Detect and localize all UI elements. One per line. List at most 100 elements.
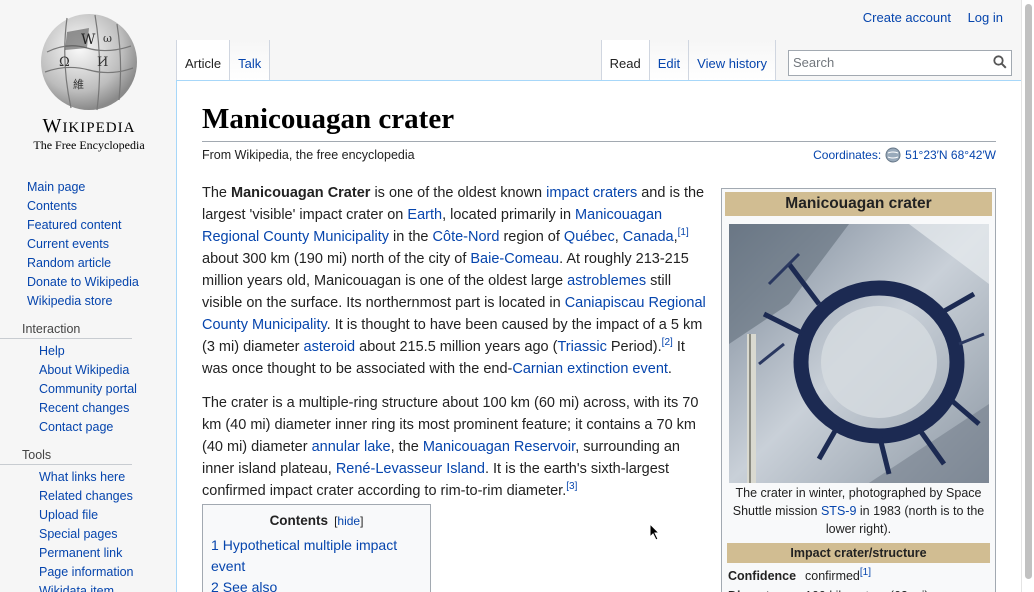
- link-quebec[interactable]: Québec: [564, 229, 615, 245]
- paragraph-2: The crater is a multiple-ring structure …: [202, 392, 710, 502]
- link-manicouagan-reservoir[interactable]: Manicouagan Reservoir: [423, 439, 575, 455]
- tab-view-history[interactable]: View history: [689, 40, 776, 80]
- sidebar-item-permanent-link[interactable]: Permanent link: [39, 544, 176, 563]
- sidebar-heading-interaction: Interaction: [0, 319, 132, 339]
- crater-photo[interactable]: [729, 224, 989, 483]
- text: .: [667, 361, 672, 377]
- infobox-title: Manicouagan crater: [725, 192, 992, 216]
- toc-item-label: Hypothetical multiple impact event: [211, 537, 398, 574]
- wikipedia-tagline: The Free Encyclopedia: [33, 138, 145, 152]
- link-cote-nord[interactable]: Côte-Nord: [433, 229, 500, 245]
- sidebar-tools: Tools What links here Related changes Uplo…: [0, 445, 176, 592]
- sidebar-item-random-article[interactable]: Random article: [27, 254, 176, 273]
- sidebar-item-main-page[interactable]: Main page: [27, 178, 176, 197]
- tab-talk-label: Talk: [238, 56, 262, 71]
- infobox-row-value: confirmed[1]: [805, 567, 871, 583]
- tab-edit-label: Edit: [657, 56, 681, 71]
- svg-text:И: И: [97, 55, 108, 70]
- article-body: The Manicouagan Crater is one of the old…: [202, 182, 710, 509]
- personal-tools: Create account Log in: [850, 10, 1003, 25]
- sidebar-item-what-links-here[interactable]: What links here: [39, 468, 176, 487]
- toc-item-number: 2: [211, 579, 219, 592]
- sidebar-interaction: Interaction Help About Wikipedia Community…: [0, 319, 176, 437]
- link-asteroid[interactable]: asteroid: [304, 339, 356, 355]
- link-baie-comeau[interactable]: Baie-Comeau: [470, 251, 559, 267]
- sidebar-heading-tools: Tools: [0, 445, 132, 465]
- link-sts-9[interactable]: STS-9: [821, 504, 856, 518]
- sidebar-item-wikidata-item[interactable]: Wikidata item: [39, 582, 176, 592]
- scrollbar-thumb[interactable]: [1025, 4, 1032, 579]
- text: , the: [390, 439, 423, 455]
- coordinates-label[interactable]: Coordinates:: [813, 148, 881, 162]
- toc-item[interactable]: 1 Hypothetical multiple impact event: [211, 535, 422, 577]
- sidebar-item-donate-to-wikipedia[interactable]: Donate to Wikipedia: [27, 273, 176, 292]
- sidebar-item-contact-page[interactable]: Contact page: [39, 418, 176, 437]
- wikipedia-logo[interactable]: W Ω И 維 ω WIKIPEDIA The Free Encyclopedi…: [24, 12, 154, 156]
- text: , located primarily in: [442, 207, 576, 223]
- log-in-link[interactable]: Log in: [968, 10, 1003, 25]
- toc-hide-toggle[interactable]: hide: [337, 514, 360, 528]
- sidebar-item-recent-changes[interactable]: Recent changes: [39, 399, 176, 418]
- toc-item[interactable]: 2 See also: [211, 577, 422, 592]
- puzzle-globe-icon: W Ω И 維 ω: [41, 14, 137, 111]
- text: The: [202, 185, 232, 201]
- search-input[interactable]: Search: [788, 50, 1012, 76]
- sidebar-item-wikipedia-store[interactable]: Wikipedia store: [27, 292, 176, 311]
- namespace-tabs: Article Talk: [176, 40, 271, 80]
- infobox-row-reference[interactable]: [1]: [860, 567, 871, 578]
- infobox-row: Confidence confirmed[1]: [725, 567, 992, 583]
- sidebar-item-related-changes[interactable]: Related changes: [39, 487, 176, 506]
- toc-title: Contents: [269, 513, 329, 528]
- sidebar-item-current-events[interactable]: Current events: [27, 235, 176, 254]
- link-annular-lake[interactable]: annular lake: [312, 439, 391, 455]
- toc-item-label: See also: [222, 579, 278, 592]
- coordinates: Coordinates: 51°23′N 68°42′W: [813, 147, 996, 163]
- reference-3[interactable]: [3]: [566, 481, 577, 492]
- svg-text:維: 維: [73, 78, 84, 91]
- tab-talk[interactable]: Talk: [230, 40, 271, 80]
- infobox: Manicouagan crater The crater in winter,…: [721, 188, 996, 592]
- link-carnian-extinction[interactable]: Carnian extinction event: [512, 361, 668, 377]
- link-astroblemes[interactable]: astroblemes: [567, 273, 646, 289]
- svg-text:W: W: [81, 32, 96, 48]
- reference-1[interactable]: [1]: [678, 227, 689, 238]
- link-rene-levasseur-island[interactable]: René-Levasseur Island: [336, 461, 485, 477]
- tab-read[interactable]: Read: [600, 40, 650, 80]
- globe-icon[interactable]: [885, 147, 901, 163]
- link-earth[interactable]: Earth: [407, 207, 442, 223]
- reference-2[interactable]: [2]: [662, 337, 673, 348]
- coordinates-value[interactable]: 51°23′N 68°42′W: [905, 148, 996, 162]
- text: in the: [389, 229, 433, 245]
- sidebar-item-help[interactable]: Help: [39, 342, 176, 361]
- link-canada[interactable]: Canada: [623, 229, 674, 245]
- search-placeholder: Search: [793, 55, 835, 70]
- scrollbar[interactable]: [1021, 0, 1034, 592]
- tab-history-label: View history: [697, 56, 767, 71]
- text: region of: [499, 229, 564, 245]
- tab-edit[interactable]: Edit: [649, 40, 690, 80]
- tab-article-label: Article: [185, 56, 222, 71]
- svg-text:ω: ω: [103, 32, 112, 45]
- infobox-row-key: Confidence: [728, 569, 797, 583]
- text: ,: [614, 229, 623, 245]
- paragraph-1: The Manicouagan Crater is one of the old…: [202, 182, 710, 380]
- link-impact-craters[interactable]: impact craters: [546, 185, 637, 201]
- infobox-subheader: Impact crater/structure: [727, 543, 990, 563]
- tab-article[interactable]: Article: [176, 40, 231, 80]
- sidebar-item-special-pages[interactable]: Special pages: [39, 525, 176, 544]
- sidebar-item-page-information[interactable]: Page information: [39, 563, 176, 582]
- search-icon[interactable]: [993, 55, 1007, 69]
- sidebar-item-about-wikipedia[interactable]: About Wikipedia: [39, 361, 176, 380]
- view-tabs: Read Edit View history Search: [600, 40, 1034, 80]
- toc-header: Contents [hide]: [269, 513, 364, 528]
- sidebar-item-upload-file[interactable]: Upload file: [39, 506, 176, 525]
- wikipedia-wordmark: WIKIPEDIA: [42, 115, 136, 137]
- sidebar-item-contents[interactable]: Contents: [27, 197, 176, 216]
- sidebar-item-featured-content[interactable]: Featured content: [27, 216, 176, 235]
- create-account-link[interactable]: Create account: [863, 10, 951, 25]
- article-subject: Manicouagan Crater: [231, 185, 371, 201]
- sidebar-item-community-portal[interactable]: Community portal: [39, 380, 176, 399]
- text: is one of the oldest known: [370, 185, 547, 201]
- link-triassic[interactable]: Triassic: [557, 339, 606, 355]
- photo-caption: The crater in winter, photographed by Sp…: [725, 484, 992, 538]
